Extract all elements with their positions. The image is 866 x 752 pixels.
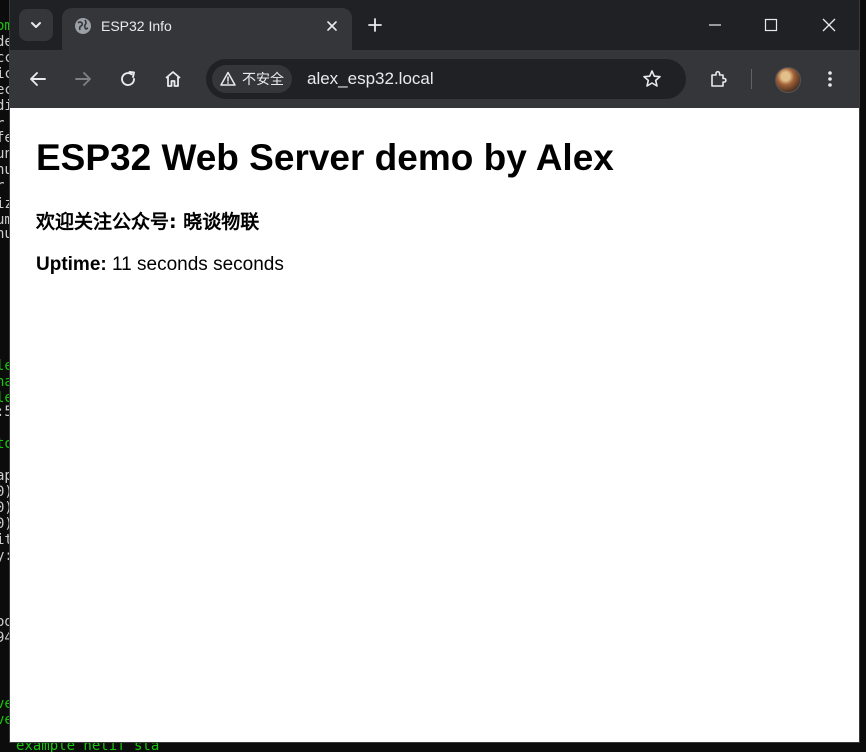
plus-icon (368, 18, 382, 32)
tab-esp32-info[interactable]: ESP32 Info (62, 8, 352, 50)
bookmark-star-button[interactable] (640, 67, 664, 91)
security-label: 不安全 (242, 72, 284, 88)
back-button[interactable] (24, 65, 52, 93)
menu-button[interactable] (816, 65, 844, 93)
toolbar-divider (751, 69, 752, 89)
chevron-down-icon (31, 22, 41, 28)
url-text[interactable]: alex_esp32.local (307, 69, 434, 89)
arrow-right-icon (75, 72, 91, 86)
address-bar[interactable]: 不安全 alex_esp32.local (206, 59, 686, 99)
minimize-button[interactable] (695, 10, 735, 40)
warning-icon (220, 71, 236, 86)
reload-icon (121, 71, 135, 86)
close-icon (822, 18, 836, 32)
maximize-icon (764, 18, 778, 32)
tab-search-button[interactable] (19, 9, 53, 41)
home-button[interactable] (159, 65, 187, 93)
page-title: ESP32 Web Server demo by Alex (36, 137, 614, 178)
tab-title: ESP32 Info (101, 18, 172, 34)
tab-close-button[interactable] (322, 16, 342, 36)
star-icon (643, 70, 661, 87)
puzzle-piece-icon (711, 70, 727, 87)
globe-icon (75, 18, 91, 34)
more-vertical-icon (828, 71, 832, 87)
arrow-left-icon (30, 72, 46, 86)
reload-button[interactable] (114, 65, 142, 93)
extensions-button[interactable] (705, 65, 733, 93)
page-subheading: 欢迎关注公众号: 晓谈物联 (36, 211, 260, 233)
forward-button[interactable] (69, 65, 97, 93)
close-icon (327, 21, 337, 31)
home-icon (165, 71, 181, 87)
profile-avatar[interactable] (775, 67, 801, 93)
security-chip[interactable]: 不安全 (212, 65, 292, 93)
new-tab-button[interactable] (364, 14, 386, 36)
browser-window: ESP32 Info 不安全 alex_esp32.local ESP32 We… (10, 0, 859, 742)
maximize-button[interactable] (751, 10, 791, 40)
close-window-button[interactable] (809, 10, 849, 40)
uptime-value: 11 seconds seconds (112, 254, 284, 275)
uptime-label: Uptime: (36, 254, 107, 275)
page-viewport: ESP32 Web Server demo by Alex 欢迎关注公众号: 晓… (10, 108, 859, 742)
browser-toolbar: 不安全 alex_esp32.local (10, 50, 859, 108)
tab-strip: ESP32 Info (10, 0, 859, 50)
uptime-line: Uptime: 11 seconds seconds (36, 253, 284, 277)
terminal-line: r (0, 178, 5, 194)
minimize-icon (709, 24, 721, 26)
